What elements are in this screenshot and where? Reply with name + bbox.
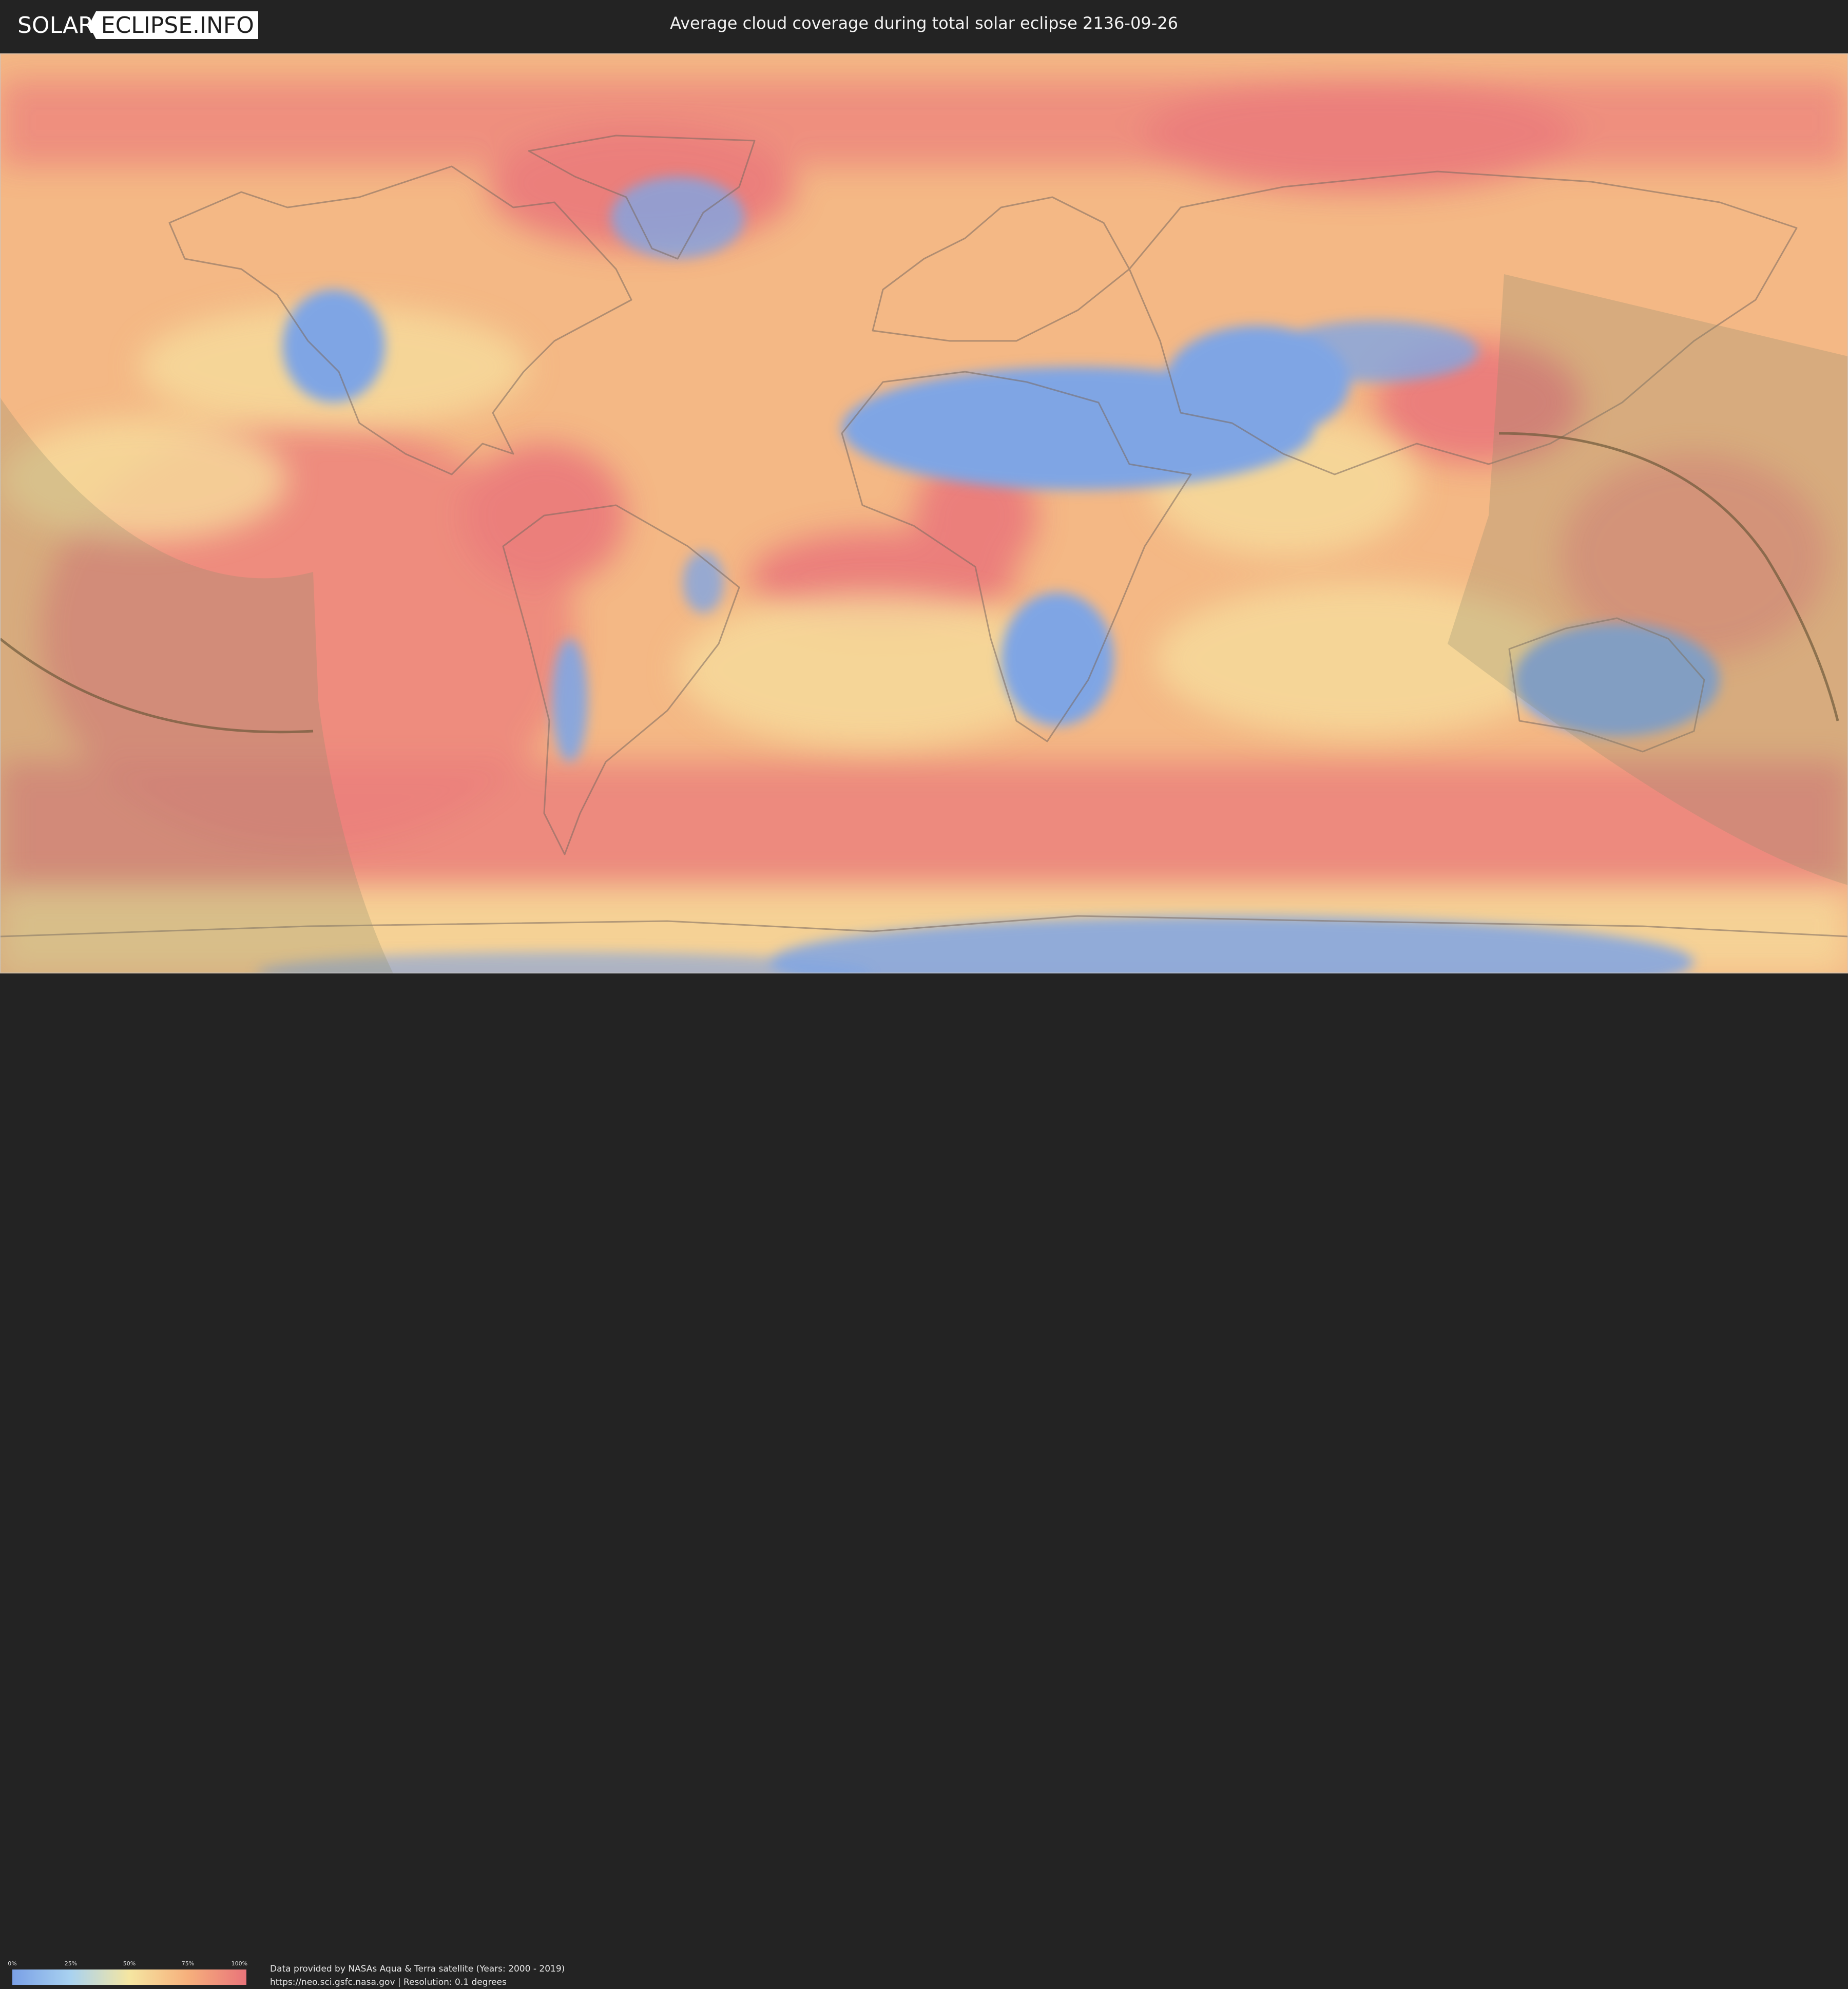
cloud-coverage-map[interactable] [0,53,1848,973]
legend-tick-25: 25% [64,1960,78,1967]
legend-tick-0: 0% [8,1960,17,1967]
legend-ticks: 0% 25% 50% 75% 100% [8,1960,248,1967]
legend-tick-100: 100% [231,1960,248,1967]
credits-source-line: Data provided by NASAs Aqua & Terra sate… [270,1964,565,1974]
world-map-svg [0,53,1848,973]
header-bar: SOLAR ECLIPSE.INFO Average cloud coverag… [0,0,1848,52]
credits-link-line[interactable]: https://neo.sci.gsfc.nasa.gov | Resoluti… [270,1976,565,1989]
page-title: Average cloud coverage during total sola… [670,13,1178,33]
legend-tick-50: 50% [123,1960,136,1967]
footer-bar: 0% 25% 50% 75% 100% Data provided by NAS… [0,973,1848,1987]
legend-color-bar [12,1969,246,1985]
data-credits: Data provided by NASAs Aqua & Terra sate… [270,1962,565,1989]
cloud-coverage-legend: 0% 25% 50% 75% 100% [8,1960,248,1985]
legend-tick-75: 75% [181,1960,195,1967]
us-southwest-clear [282,290,385,403]
